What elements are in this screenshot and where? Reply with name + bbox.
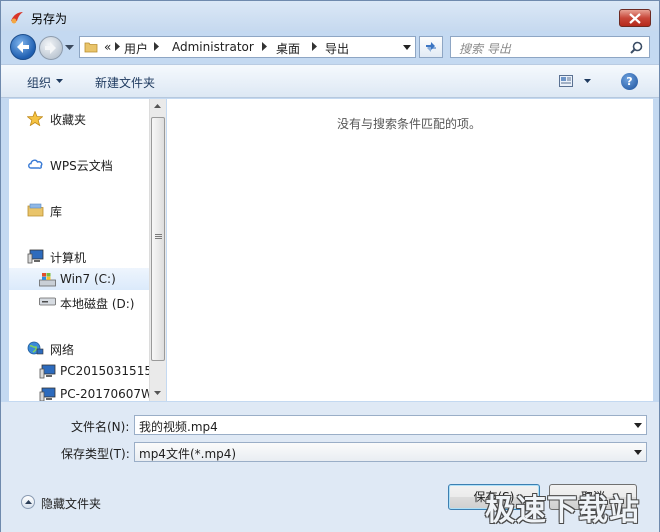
nav-item-drive-d[interactable]: 本地磁盘 (D:) bbox=[9, 291, 149, 313]
new-folder-button[interactable]: 新建文件夹 bbox=[95, 74, 155, 91]
breadcrumb-desktop[interactable]: 桌面 bbox=[276, 40, 300, 57]
search-placeholder: 搜索 导出 bbox=[459, 42, 511, 56]
scroll-thumb[interactable] bbox=[151, 117, 165, 361]
collapse-circle-icon[interactable] bbox=[21, 495, 35, 509]
filename-label: 文件名(N): bbox=[71, 420, 130, 434]
filetype-select[interactable]: mp4文件(*.mp4) bbox=[134, 442, 647, 462]
folder-icon bbox=[84, 42, 98, 53]
computer-icon bbox=[39, 387, 56, 401]
hide-folders-label: 隐藏文件夹 bbox=[41, 497, 102, 511]
nav-item-network[interactable]: 网络 bbox=[9, 337, 149, 359]
address-dropdown-icon[interactable] bbox=[403, 45, 411, 50]
view-dropdown-icon[interactable] bbox=[584, 79, 591, 83]
cloud-icon bbox=[28, 159, 43, 169]
back-button[interactable] bbox=[10, 34, 36, 60]
star-icon bbox=[27, 111, 43, 126]
filetype-label: 保存类型(T): bbox=[61, 447, 130, 461]
empty-message: 没有与搜索条件匹配的项。 bbox=[337, 117, 482, 131]
breadcrumb-administrator[interactable]: Administrator bbox=[172, 40, 254, 54]
network-icon bbox=[27, 341, 44, 355]
nav-label: 收藏夹 bbox=[50, 113, 87, 127]
breadcrumb-arrow-icon[interactable] bbox=[312, 42, 317, 51]
scroll-down-icon[interactable] bbox=[154, 391, 161, 395]
nav-label: 计算机 bbox=[50, 251, 87, 265]
arrow-left-icon bbox=[17, 41, 29, 53]
scroll-grip bbox=[155, 236, 162, 237]
nav-label: 库 bbox=[50, 205, 63, 219]
arrow-right-icon bbox=[45, 42, 56, 54]
nav-label: WPS云文档 bbox=[50, 159, 113, 173]
hard-drive-icon bbox=[39, 297, 56, 306]
chevron-up-icon bbox=[25, 500, 32, 504]
nav-label: PC-20170607W bbox=[60, 387, 149, 401]
window-title: 另存为 bbox=[31, 12, 68, 26]
organize-button[interactable]: 组织 bbox=[27, 74, 51, 91]
refresh-button[interactable] bbox=[419, 36, 443, 58]
help-icon[interactable]: ? bbox=[621, 73, 638, 90]
nav-label: PC20150315153 bbox=[60, 364, 149, 378]
watermark-text: 极速下载站 bbox=[485, 493, 640, 528]
breadcrumb-arrow-icon[interactable] bbox=[154, 42, 159, 51]
nav-label: 网络 bbox=[50, 343, 75, 357]
title-bar: 另存为 bbox=[1, 1, 659, 31]
nav-label: Win7 (C:) bbox=[60, 272, 116, 286]
nav-item-pc1[interactable]: PC20150315153 bbox=[9, 360, 149, 382]
scroll-grip bbox=[155, 234, 162, 235]
windows-drive-icon bbox=[39, 273, 56, 287]
close-icon bbox=[629, 13, 641, 24]
nav-item-pc2[interactable]: PC-20170607W bbox=[9, 383, 149, 401]
search-box[interactable]: 搜索 导出 bbox=[450, 36, 650, 58]
filetype-value: mp4文件(*.mp4) bbox=[139, 447, 237, 461]
close-button[interactable] bbox=[619, 9, 651, 27]
breadcrumb-arrow-icon[interactable] bbox=[262, 42, 267, 51]
computer-icon bbox=[27, 249, 44, 264]
nav-item-libraries[interactable]: 库 bbox=[9, 199, 149, 221]
address-prefix[interactable]: « bbox=[104, 40, 111, 54]
filename-input[interactable]: 我的视频.mp4 bbox=[134, 415, 647, 435]
view-options-icon[interactable] bbox=[559, 75, 573, 87]
refresh-icon bbox=[426, 42, 436, 52]
organize-dropdown-icon[interactable] bbox=[56, 79, 63, 83]
nav-item-computer[interactable]: 计算机 bbox=[9, 245, 149, 267]
filetype-dropdown-icon[interactable] bbox=[634, 450, 642, 455]
navigation-pane: 收藏夹 WPS云文档 库 计算机 Win7 (C:) 本地磁盘 (D:) 网络 … bbox=[9, 99, 149, 401]
nav-item-favorites[interactable]: 收藏夹 bbox=[9, 107, 149, 129]
app-icon bbox=[11, 12, 23, 24]
address-row: « 用户 Administrator 桌面 导出 搜索 导出 bbox=[1, 31, 659, 63]
breadcrumb-arrow-icon[interactable] bbox=[115, 42, 120, 51]
computer-icon bbox=[39, 364, 56, 379]
save-as-dialog: 另存为 « 用户 Administrator 桌面 导出 搜索 导出 组织 新建… bbox=[0, 0, 660, 532]
address-bar[interactable]: « 用户 Administrator 桌面 导出 bbox=[79, 36, 416, 58]
filename-dropdown-icon[interactable] bbox=[634, 423, 642, 428]
forward-button[interactable] bbox=[39, 36, 63, 60]
nav-item-drive-c[interactable]: Win7 (C:) bbox=[9, 268, 149, 290]
search-icon[interactable] bbox=[630, 41, 643, 54]
command-toolbar: 组织 新建文件夹 ? bbox=[1, 64, 659, 98]
nav-label: 本地磁盘 (D:) bbox=[60, 297, 135, 311]
nav-item-wps-cloud[interactable]: WPS云文档 bbox=[9, 153, 149, 175]
scroll-grip bbox=[155, 238, 162, 239]
library-icon bbox=[27, 203, 44, 217]
breadcrumb-export[interactable]: 导出 bbox=[325, 40, 349, 57]
breadcrumb-users[interactable]: 用户 bbox=[124, 40, 148, 57]
history-dropdown-icon[interactable] bbox=[65, 45, 74, 51]
nav-scrollbar[interactable] bbox=[149, 99, 166, 401]
scroll-up-icon[interactable] bbox=[154, 104, 161, 108]
file-list-area[interactable]: 没有与搜索条件匹配的项。 bbox=[167, 99, 653, 401]
filename-value: 我的视频.mp4 bbox=[139, 420, 218, 434]
